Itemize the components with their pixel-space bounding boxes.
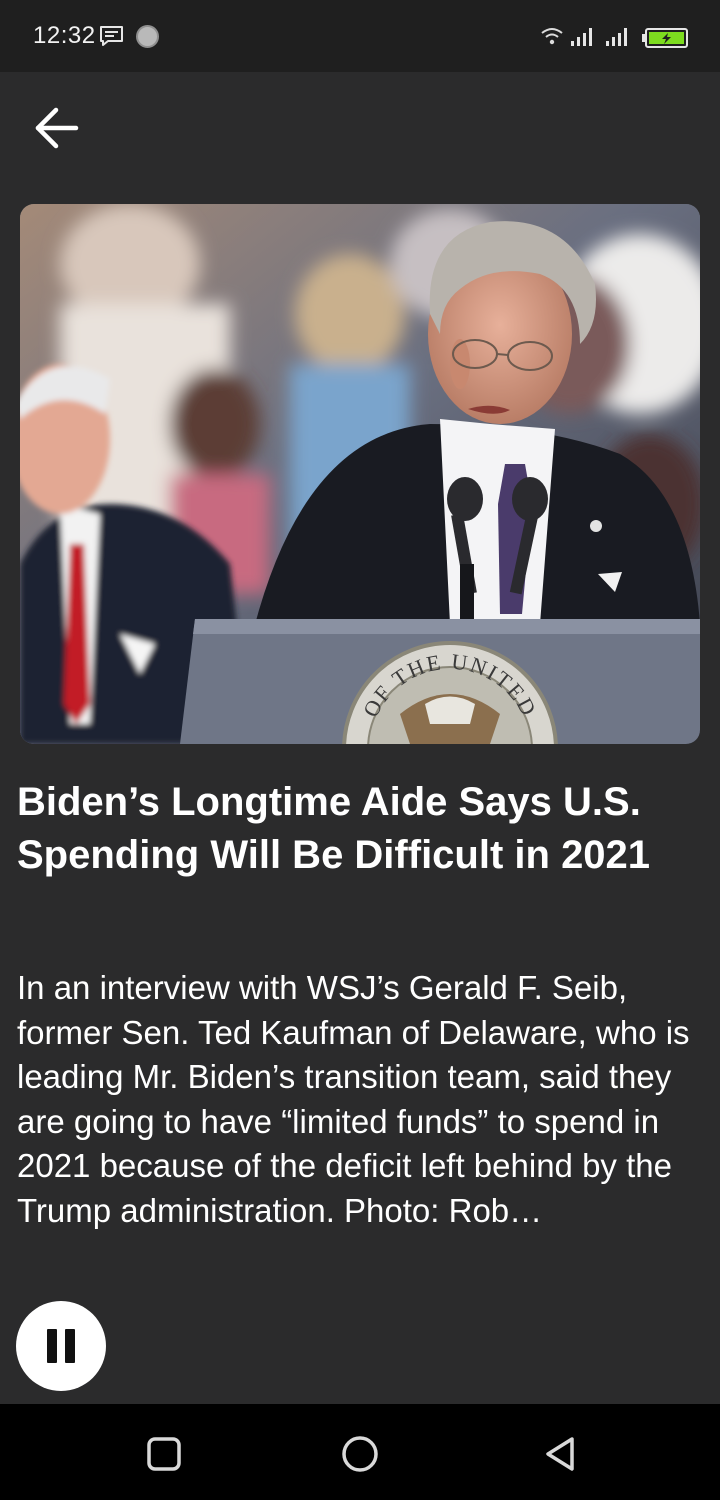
article-summary: In an interview with WSJ’s Gerald F. Sei… bbox=[17, 969, 690, 1229]
circle-status-icon bbox=[136, 25, 159, 48]
battery-charging-icon bbox=[642, 28, 688, 48]
recents-square-icon bbox=[147, 1437, 181, 1471]
pause-icon bbox=[43, 1329, 79, 1363]
pause-button[interactable] bbox=[16, 1301, 106, 1391]
arrow-left-icon bbox=[35, 107, 79, 149]
nav-back-button[interactable] bbox=[538, 1432, 582, 1476]
status-time: 12:32 bbox=[33, 22, 96, 49]
article-hero-image[interactable]: OF THE UNITED bbox=[20, 204, 700, 744]
message-icon bbox=[100, 26, 123, 46]
status-bar: 12:32 bbox=[0, 0, 720, 72]
article-headline[interactable]: Biden’s Longtime Aide Says U.S. Spending… bbox=[17, 776, 707, 882]
photo-illustration: OF THE UNITED bbox=[20, 204, 700, 744]
home-circle-icon bbox=[342, 1436, 378, 1472]
back-triangle-icon bbox=[546, 1437, 574, 1471]
system-nav-bar bbox=[0, 1404, 720, 1500]
wifi-icon bbox=[541, 28, 563, 45]
back-button[interactable] bbox=[24, 96, 88, 160]
signal-icon bbox=[571, 28, 592, 46]
home-button[interactable] bbox=[338, 1432, 382, 1476]
recents-button[interactable] bbox=[142, 1432, 186, 1476]
signal-icon bbox=[606, 28, 627, 46]
